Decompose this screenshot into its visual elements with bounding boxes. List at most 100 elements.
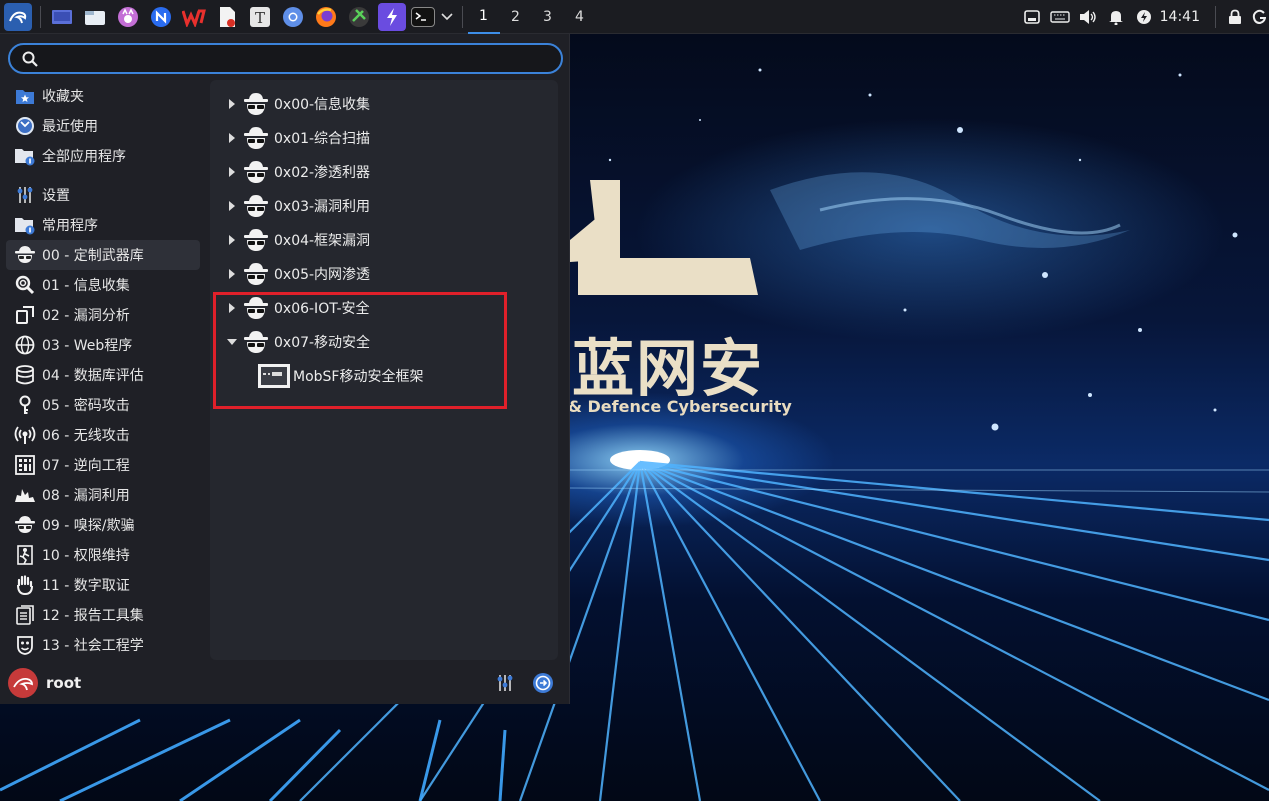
key-icon bbox=[14, 394, 36, 416]
spy-icon bbox=[241, 125, 271, 151]
typora-icon[interactable]: T bbox=[246, 3, 274, 31]
document-app-icon[interactable] bbox=[213, 3, 241, 31]
desktop-icon[interactable] bbox=[48, 3, 76, 31]
separator bbox=[461, 5, 463, 28]
expand-arrow-icon[interactable] bbox=[223, 257, 241, 291]
expand-arrow-icon[interactable] bbox=[223, 155, 241, 189]
search-input[interactable] bbox=[38, 45, 561, 72]
magnifier-icon bbox=[14, 274, 36, 296]
expand-arrow-icon[interactable] bbox=[223, 121, 241, 155]
category-label: 07 - 逆向工程 bbox=[42, 458, 130, 474]
app-folder-label: 0x04-框架漏洞 bbox=[274, 233, 371, 249]
category-label: 全部应用程序 bbox=[42, 149, 126, 165]
keyboard-icon[interactable] bbox=[1046, 3, 1074, 31]
category-label: 11 - 数字取证 bbox=[42, 578, 130, 594]
logout-icon[interactable] bbox=[530, 670, 556, 696]
category-label: 03 - Web程序 bbox=[42, 338, 133, 354]
tool-app-icon[interactable] bbox=[345, 3, 373, 31]
workspace-3[interactable]: 3 bbox=[532, 0, 564, 34]
browser-n-icon[interactable] bbox=[147, 3, 175, 31]
category-info-gathering[interactable]: 01 - 信息收集 bbox=[6, 270, 200, 300]
category-social-engineering[interactable]: 13 - 社会工程学 bbox=[6, 630, 200, 660]
username: root bbox=[46, 674, 82, 692]
logout-icon[interactable] bbox=[1249, 3, 1269, 31]
expand-arrow-icon[interactable] bbox=[223, 189, 241, 223]
separator bbox=[39, 5, 41, 28]
settings-icon[interactable] bbox=[492, 670, 518, 696]
terminal-icon[interactable] bbox=[411, 6, 435, 27]
spy-icon bbox=[14, 244, 36, 266]
clock[interactable]: 14:41 bbox=[1160, 9, 1200, 25]
lock-icon[interactable] bbox=[1221, 3, 1249, 31]
workspace-1[interactable]: 1 bbox=[467, 0, 500, 34]
workspace-2[interactable]: 2 bbox=[500, 0, 532, 34]
category-web-apps[interactable]: 03 - Web程序 bbox=[6, 330, 200, 360]
expand-arrow-icon[interactable] bbox=[223, 223, 241, 257]
app-folder-label: 0x02-渗透利器 bbox=[274, 165, 371, 181]
category-label: 常用程序 bbox=[42, 218, 98, 234]
category-reporting[interactable]: 12 - 报告工具集 bbox=[6, 600, 200, 630]
spy-icon bbox=[241, 193, 271, 219]
spy-icon bbox=[241, 261, 271, 287]
app-folder-0x02[interactable]: 0x02-渗透利器 bbox=[210, 155, 370, 189]
app-folder-label: 0x05-内网渗透 bbox=[274, 267, 371, 283]
category-label: 06 - 无线攻击 bbox=[42, 428, 130, 444]
category-settings[interactable]: 设置 bbox=[6, 180, 200, 210]
firefox-icon[interactable] bbox=[312, 3, 340, 31]
star-folder-icon bbox=[14, 85, 36, 107]
chromium-icon[interactable] bbox=[279, 3, 307, 31]
category-exploitation[interactable]: 08 - 漏洞利用 bbox=[6, 480, 200, 510]
category-wireless[interactable]: 06 - 无线攻击 bbox=[6, 420, 200, 450]
category-label: 最近使用 bbox=[42, 119, 98, 135]
category-common-apps[interactable]: 常用程序 bbox=[6, 210, 200, 240]
all-apps-icon bbox=[14, 145, 36, 167]
common-apps-icon bbox=[14, 214, 36, 236]
top-panel: T 1 2 3 4 14:41 bbox=[0, 0, 1269, 34]
avatar[interactable] bbox=[8, 668, 38, 698]
reverse-icon bbox=[14, 454, 36, 476]
bolt-app-icon[interactable] bbox=[378, 2, 406, 31]
app-folder-0x03[interactable]: 0x03-漏洞利用 bbox=[210, 189, 370, 223]
separator bbox=[1215, 5, 1216, 28]
spy-icon bbox=[241, 159, 271, 185]
file-manager-icon[interactable] bbox=[81, 3, 109, 31]
cat-app-icon[interactable] bbox=[114, 3, 142, 31]
chevron-down-icon[interactable] bbox=[440, 3, 454, 31]
notification-icon[interactable] bbox=[1102, 3, 1130, 31]
category-forensics[interactable]: 11 - 数字取证 bbox=[6, 570, 200, 600]
category-password-attacks[interactable]: 05 - 密码攻击 bbox=[6, 390, 200, 420]
category-custom-arsenal[interactable]: 00 - 定制武器库 bbox=[6, 240, 200, 270]
app-folder-0x04[interactable]: 0x04-框架漏洞 bbox=[210, 223, 370, 257]
category-reverse-engineering[interactable]: 07 - 逆向工程 bbox=[6, 450, 200, 480]
category-label: 10 - 权限维持 bbox=[42, 548, 130, 564]
category-label: 13 - 社会工程学 bbox=[42, 638, 144, 654]
system-tray: 14:41 bbox=[1018, 0, 1269, 34]
app-folder-label: 0x01-综合扫描 bbox=[274, 131, 371, 147]
spy-icon bbox=[241, 227, 271, 253]
workspace-4[interactable]: 4 bbox=[564, 0, 596, 34]
category-label: 02 - 漏洞分析 bbox=[42, 308, 130, 324]
app-folder-0x01[interactable]: 0x01-综合扫描 bbox=[210, 121, 370, 155]
wallpaper-brand-subtitle: & Defence Cybersecurity bbox=[568, 397, 792, 416]
search-box[interactable] bbox=[8, 43, 563, 74]
category-sniffing-spoofing[interactable]: 09 - 嗅探/欺骗 bbox=[6, 510, 200, 540]
hand-icon bbox=[14, 574, 36, 596]
category-all-apps[interactable]: 全部应用程序 bbox=[6, 141, 200, 171]
category-label: 04 - 数据库评估 bbox=[42, 368, 144, 384]
app-folder-0x05[interactable]: 0x05-内网渗透 bbox=[210, 257, 370, 291]
wps-icon[interactable] bbox=[180, 3, 208, 31]
kali-menu-icon[interactable] bbox=[4, 2, 32, 31]
expand-arrow-icon[interactable] bbox=[223, 87, 241, 121]
category-vuln-analysis[interactable]: 02 - 漏洞分析 bbox=[6, 300, 200, 330]
category-persistence[interactable]: 10 - 权限维持 bbox=[6, 540, 200, 570]
recent-icon bbox=[14, 115, 36, 137]
category-favorites[interactable]: 收藏夹 bbox=[6, 81, 200, 111]
category-list: 收藏夹 最近使用 全部应用程序 设置 常用程序 00 - 定制武器库 01 - … bbox=[6, 81, 200, 660]
network-icon[interactable] bbox=[1018, 3, 1046, 31]
power-icon[interactable] bbox=[1130, 3, 1158, 31]
category-recent[interactable]: 最近使用 bbox=[6, 111, 200, 141]
svg-text:T: T bbox=[255, 9, 265, 27]
category-database[interactable]: 04 - 数据库评估 bbox=[6, 360, 200, 390]
volume-icon[interactable] bbox=[1074, 3, 1102, 31]
app-folder-0x00[interactable]: 0x00-信息收集 bbox=[210, 87, 370, 121]
